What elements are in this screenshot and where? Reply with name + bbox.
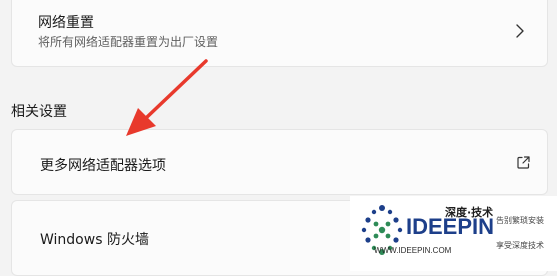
windows-firewall-label: Windows 防火墙 <box>40 232 149 248</box>
watermark-slogan-1: 告别繁琐安装 <box>496 216 544 225</box>
chevron-right-icon <box>516 24 524 38</box>
related-settings-heading: 相关设置 <box>11 104 67 120</box>
open-external-icon <box>517 156 530 169</box>
watermark-url: WWW.IDEEPIN.COM <box>374 246 452 255</box>
network-reset-card[interactable]: 网络重置 将所有网络适配器重置为出厂设置 <box>11 0 548 67</box>
more-network-adapter-options-label: 更多网络适配器选项 <box>40 158 166 174</box>
watermark-brand: IDEEPIN <box>406 214 495 239</box>
more-network-adapter-options-row[interactable]: 更多网络适配器选项 <box>11 129 548 195</box>
network-reset-subtitle: 将所有网络适配器重置为出厂设置 <box>38 35 219 49</box>
watermark-slogan-2: 享受深度技术 <box>496 241 544 250</box>
ideepin-watermark: 深度·技术 IDEEPIN 告别繁琐安装 享受深度技术 WWW.IDEEPIN.… <box>350 196 557 271</box>
network-reset-title: 网络重置 <box>38 15 94 31</box>
